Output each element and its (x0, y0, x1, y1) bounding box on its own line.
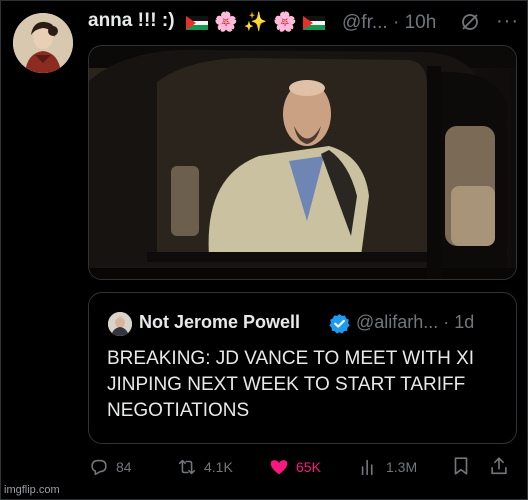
repost-button[interactable]: 4.1K (176, 455, 233, 479)
repost-icon (178, 459, 196, 475)
more-options-icon[interactable]: ··· (496, 10, 519, 33)
tweet-header: anna !!! :) 🌸 ✨ 🌸 @fr... · 10h ··· (88, 10, 520, 36)
repost-count: 4.1K (204, 459, 233, 475)
grok-icon[interactable] (460, 12, 480, 32)
sparkles-icon: ✨ (243, 12, 268, 33)
palestine-flag-icon (186, 16, 208, 30)
author-handle-time[interactable]: @fr... · 10h (342, 12, 436, 34)
views-count: 1.3M (386, 459, 418, 475)
heart-icon (270, 460, 288, 475)
cherry-blossom-icon: 🌸 (214, 12, 238, 33)
quoted-author-name[interactable]: Not Jerome Powell (139, 312, 300, 333)
reply-button[interactable]: 84 (88, 455, 132, 479)
views-button[interactable]: 1.3M (358, 455, 417, 479)
tweet-media-image[interactable] (88, 45, 517, 280)
views-icon (361, 459, 373, 476)
quoted-author-avatar[interactable] (108, 312, 132, 336)
cherry-blossom-icon: 🌸 (273, 12, 298, 33)
like-button[interactable]: 65K (268, 455, 321, 479)
author-name[interactable]: anna !!! :) (88, 10, 175, 32)
watermark: imgflip.com (4, 484, 60, 496)
like-count: 65K (296, 459, 321, 475)
quoted-tweet-text: BREAKING: JD VANCE TO MEET WITH XI JINPI… (107, 348, 475, 421)
verified-badge-icon (329, 313, 350, 334)
reply-icon (91, 459, 107, 476)
reply-count: 84 (116, 459, 132, 475)
quoted-tweet[interactable]: Not Jerome Powell @alifarh... · 1d BREAK… (88, 292, 517, 444)
share-icon[interactable] (488, 455, 510, 477)
palestine-flag-icon (303, 16, 326, 30)
author-emojis: 🌸 ✨ 🌸 (186, 12, 326, 34)
tweet-actions: 84 4.1K 65K 1.3M (88, 455, 520, 479)
bookmark-icon[interactable] (450, 455, 472, 477)
author-avatar[interactable] (13, 13, 73, 73)
quoted-author-handle-time[interactable]: @alifarh... · 1d (356, 312, 474, 333)
